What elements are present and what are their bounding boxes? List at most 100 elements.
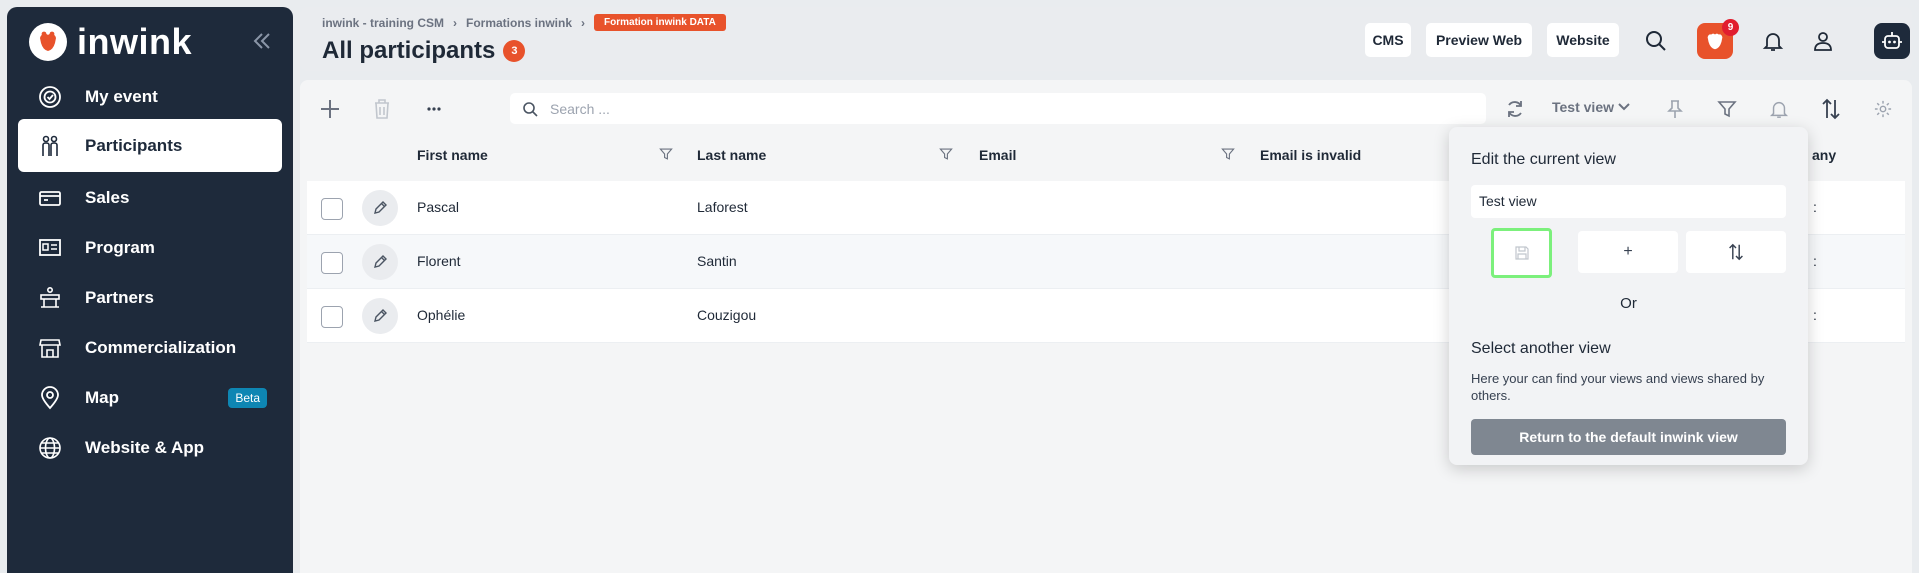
sidebar-item-sales[interactable]: Sales — [18, 171, 282, 224]
double-chevron-left-icon — [253, 33, 270, 49]
alerts-button[interactable] — [1764, 94, 1794, 124]
cell-last-name: Laforest — [697, 199, 748, 215]
ticket-icon — [37, 185, 63, 211]
sidebar-item-label: Website & App — [85, 437, 205, 457]
cell-first-name: Ophélie — [417, 307, 466, 323]
page-title: All participants 3 — [322, 37, 526, 65]
column-filter-last-name[interactable] — [936, 144, 956, 164]
sidebar-item-map[interactable]: Map Beta — [18, 371, 282, 424]
presentation-icon — [37, 235, 63, 261]
cell-last-name: Santin — [697, 253, 737, 269]
page-header: inwink - training CSM › Formations inwin… — [300, 7, 1912, 71]
column-header-company[interactable]: any — [1812, 147, 1836, 163]
settings-button[interactable] — [1868, 94, 1898, 124]
cell-company: : — [1813, 307, 1817, 323]
inwink-app-button[interactable]: 9 — [1697, 19, 1739, 59]
notification-count-badge: 9 — [1722, 19, 1739, 36]
edit-view-popover: Edit the current view Test view + Or Sel… — [1449, 127, 1808, 465]
refresh-button[interactable] — [1500, 94, 1530, 124]
people-icon — [37, 133, 63, 159]
refresh-icon — [1508, 101, 1522, 117]
column-header-email[interactable]: Email — [979, 147, 1016, 163]
pin-view-button[interactable] — [1660, 94, 1690, 124]
view-selector[interactable]: Test view — [1552, 99, 1630, 115]
add-participant-button[interactable] — [315, 94, 345, 124]
sidebar-item-label: Map — [85, 387, 119, 407]
sidebar-item-participants[interactable]: Participants — [18, 119, 282, 172]
search-icon — [523, 101, 538, 117]
sidebar-item-label: Commercialization — [85, 337, 237, 357]
filter-button[interactable] — [1712, 94, 1742, 124]
sidebar-item-label: Partners — [85, 287, 154, 307]
sidebar-item-commercialization[interactable]: Commercialization — [18, 321, 282, 374]
cms-button[interactable]: CMS — [1365, 23, 1411, 57]
cell-first-name: Florent — [417, 253, 461, 269]
page-title-text: All participants — [322, 37, 496, 64]
robot-icon — [1882, 32, 1902, 49]
more-actions-button[interactable] — [419, 94, 449, 124]
row-checkbox[interactable] — [321, 198, 343, 220]
beta-badge: Beta — [228, 387, 267, 408]
view-name-input[interactable]: Test view — [1471, 185, 1786, 218]
sidebar-item-website-app[interactable]: Website & App — [18, 421, 282, 474]
column-header-first-name[interactable]: First name — [417, 147, 488, 163]
delete-button[interactable] — [367, 94, 397, 124]
brand-name: inwink — [77, 21, 193, 62]
notifications-button[interactable] — [1755, 23, 1791, 59]
column-header-email-invalid[interactable]: Email is invalid — [1260, 147, 1361, 163]
ellipsis-icon — [427, 107, 441, 111]
breadcrumb-badge[interactable]: Formation inwink DATA — [594, 14, 726, 31]
brand-logo[interactable]: inwink — [29, 21, 192, 63]
website-button[interactable]: Website — [1547, 23, 1619, 57]
search-icon — [1646, 31, 1666, 51]
sidebar-item-label: Participants — [85, 135, 183, 155]
edit-row-button[interactable] — [362, 190, 398, 226]
breadcrumb-item[interactable]: inwink - training CSM — [322, 16, 444, 30]
row-checkbox[interactable] — [321, 306, 343, 328]
save-view-button[interactable] — [1491, 228, 1552, 278]
collapse-sidebar-button[interactable] — [248, 27, 276, 55]
pencil-icon — [374, 309, 387, 322]
pin-icon — [1667, 100, 1683, 118]
edit-row-button[interactable] — [362, 244, 398, 280]
return-default-view-button[interactable]: Return to the default inwink view — [1471, 419, 1786, 455]
inwink-logo-icon — [29, 23, 67, 61]
sort-icon — [1729, 243, 1743, 261]
search-input[interactable] — [550, 100, 1450, 117]
user-icon — [1814, 32, 1832, 51]
pencil-icon — [374, 255, 387, 268]
cell-first-name: Pascal — [417, 199, 460, 215]
sidebar: inwink My event Participants Sales Progr… — [7, 7, 293, 573]
user-profile-button[interactable] — [1805, 23, 1841, 59]
bell-icon — [1769, 101, 1789, 118]
filter-icon — [939, 148, 953, 160]
filter-icon — [659, 148, 673, 160]
sort-button[interactable] — [1816, 94, 1846, 124]
row-checkbox[interactable] — [321, 252, 343, 274]
edit-row-button[interactable] — [362, 298, 398, 334]
sort-icon — [1822, 98, 1840, 120]
filter-icon — [1717, 101, 1737, 118]
chevron-down-icon — [1618, 103, 1630, 111]
or-separator: Or — [1620, 295, 1637, 312]
sidebar-item-label: Sales — [85, 187, 130, 207]
column-filter-first-name[interactable] — [656, 144, 676, 164]
sidebar-item-partners[interactable]: Partners — [18, 271, 282, 324]
sort-view-button[interactable] — [1686, 231, 1786, 273]
search-bar — [510, 93, 1486, 124]
breadcrumb-item[interactable]: Formations inwink — [466, 16, 572, 30]
sidebar-item-program[interactable]: Program — [18, 221, 282, 274]
trash-icon — [375, 99, 389, 119]
column-filter-email[interactable] — [1218, 144, 1238, 164]
gear-icon — [1874, 100, 1892, 118]
preview-web-button[interactable]: Preview Web — [1426, 23, 1532, 57]
sidebar-item-my-event[interactable]: My event — [18, 70, 282, 123]
cell-company: : — [1813, 199, 1817, 215]
storefront-icon — [37, 335, 63, 361]
assistant-button[interactable] — [1874, 23, 1910, 59]
search-button[interactable] — [1638, 23, 1674, 59]
column-header-last-name[interactable]: Last name — [697, 147, 766, 163]
add-view-button[interactable]: + — [1578, 231, 1678, 273]
chevron-right-icon: › — [581, 15, 586, 30]
breadcrumb: inwink - training CSM › Formations inwin… — [322, 14, 726, 31]
